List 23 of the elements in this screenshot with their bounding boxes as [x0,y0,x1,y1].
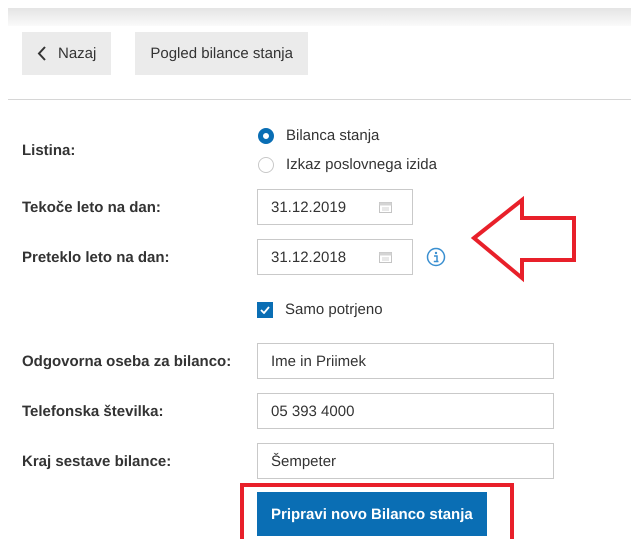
submit-button[interactable]: Pripravi novo Bilanco stanja [257,492,487,536]
info-icon[interactable] [426,247,446,267]
field-label: Odgovorna oseba za bilanco: [22,352,232,370]
back-button[interactable]: Nazaj [22,32,112,75]
chevron-left-icon [37,46,46,61]
radio-button[interactable] [258,156,274,172]
date-field[interactable]: 31.12.2018 [257,239,413,275]
option-label[interactable]: Bilanca stanja [286,127,380,144]
field-label: Kraj sestave bilance: [22,452,172,470]
option-label[interactable]: Izkaz poslovnega izida [286,156,437,173]
field-label: Telefonska številka: [22,402,164,420]
field-label: Preteklo leto na dan: [22,248,171,266]
input-field[interactable]: Šempeter [257,443,554,479]
input-field[interactable]: Ime in Priimek [257,343,554,379]
checkmark-icon [260,306,270,314]
date-field[interactable]: 31.12.2019 [257,189,413,225]
field-label: Tekoče leto na dan: [22,198,162,216]
checkbox-label[interactable]: Samo potrjeno [285,301,383,318]
input-field[interactable]: 05 393 4000 [257,393,554,429]
checkbox[interactable] [257,302,273,318]
view-button[interactable]: Pogled bilance stanja [135,32,308,75]
field-label: Listina: [22,142,76,158]
radio-button[interactable] [258,128,274,144]
